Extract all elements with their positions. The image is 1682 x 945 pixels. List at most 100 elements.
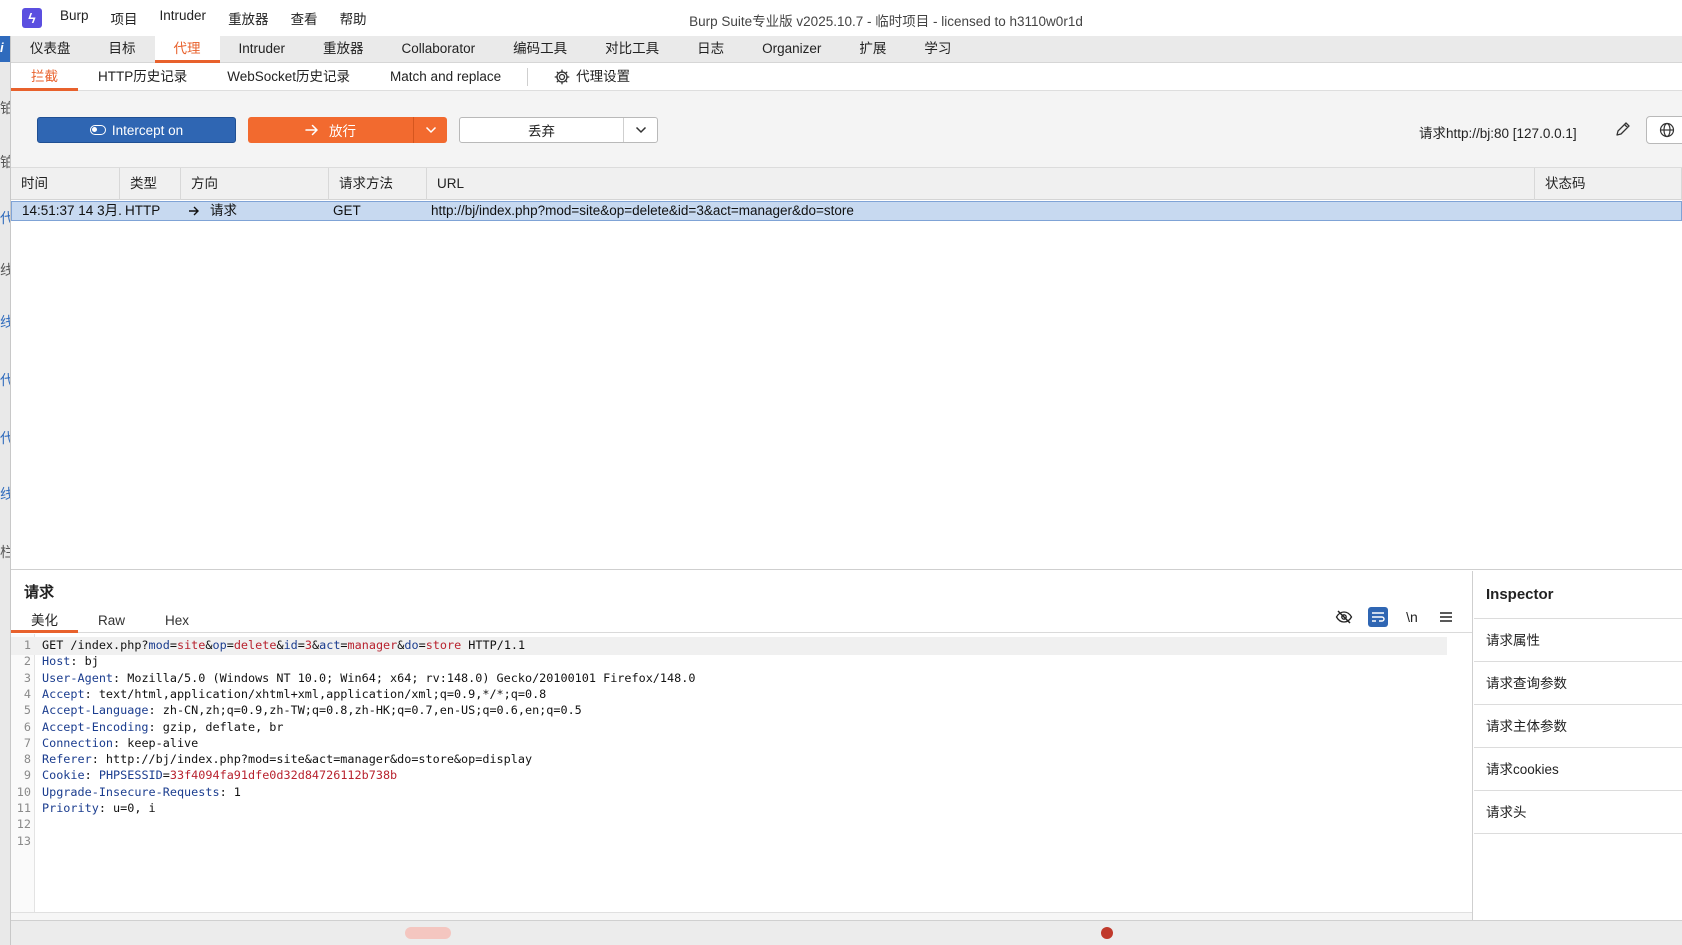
tab-hex[interactable]: Hex bbox=[145, 609, 209, 632]
word-wrap-icon[interactable] bbox=[1368, 607, 1388, 627]
inspector-body-params[interactable]: 请求主体参数 bbox=[1474, 705, 1682, 748]
line-number: 11 bbox=[16, 801, 31, 815]
editor-line-text: Accept-Language: zh-CN,zh;q=0.9,zh-TW;q=… bbox=[42, 703, 582, 718]
proxy-sub-tabs: 拦截 HTTP历史记录 WebSocket历史记录 Match and repl… bbox=[11, 63, 1682, 91]
line-number: 2 bbox=[23, 654, 31, 669]
intercept-queue-table: 时间 类型 方向 请求方法 URL 状态码 14:51:37 14 3月... … bbox=[11, 168, 1682, 570]
hide-eye-icon[interactable] bbox=[1334, 607, 1354, 627]
tab-organizer[interactable]: Organizer bbox=[743, 36, 840, 62]
chevron-down-icon bbox=[425, 126, 436, 134]
menu-project[interactable]: 项目 bbox=[111, 8, 138, 28]
line-number: 13 bbox=[16, 833, 31, 848]
editor-toolbar: \n bbox=[1334, 607, 1456, 627]
editor-line-text: Accept-Encoding: gzip, deflate, br bbox=[42, 719, 284, 734]
tab-learn[interactable]: 学习 bbox=[905, 36, 970, 62]
table-row[interactable]: 14:51:37 14 3月... HTTP 请求 GET http://bj/… bbox=[11, 201, 1682, 221]
background-glyph: 线 bbox=[0, 484, 10, 504]
menu-repeater[interactable]: 重放器 bbox=[228, 8, 269, 28]
cell-type: HTTP bbox=[125, 203, 161, 218]
tab-repeater[interactable]: 重放器 bbox=[304, 36, 383, 62]
line-number: 8 bbox=[23, 752, 31, 767]
tab-proxy[interactable]: 代理 bbox=[154, 36, 220, 63]
editor-line-text: Referer: http://bj/index.php?mod=site&ac… bbox=[42, 752, 533, 767]
editor-line: 10 Upgrade-Insecure-Requests: 1 bbox=[11, 784, 1447, 802]
tab-decoder[interactable]: 编码工具 bbox=[494, 36, 586, 62]
line-number: 5 bbox=[23, 703, 31, 718]
tab-dashboard[interactable]: 仪表盘 bbox=[11, 36, 90, 62]
chevron-down-icon bbox=[635, 126, 646, 134]
tab-intruder[interactable]: Intruder bbox=[220, 36, 305, 62]
tab-collaborator[interactable]: Collaborator bbox=[383, 36, 495, 62]
toggle-icon bbox=[89, 125, 106, 135]
editor-line: 4 Accept: text/html,application/xhtml+xml… bbox=[11, 686, 1447, 704]
inspector-request-attributes[interactable]: 请求属性 bbox=[1474, 619, 1682, 662]
editor-line: 5 Accept-Language: zh-CN,zh;q=0.9,zh-TW;q… bbox=[11, 702, 1447, 720]
request-target-info: 请求http://bj:80 [127.0.0.1] bbox=[1419, 126, 1577, 141]
tab-target[interactable]: 目标 bbox=[90, 36, 155, 62]
forward-options-dropdown[interactable] bbox=[414, 117, 447, 143]
line-number: 1 bbox=[23, 638, 31, 652]
editor-line: 1 GET /index.php?mod=site&op=delete&id=3&… bbox=[11, 637, 1447, 655]
editor-line: 2 Host: bj bbox=[11, 653, 1447, 671]
status-bar bbox=[11, 920, 1682, 945]
pencil-icon[interactable] bbox=[1614, 120, 1632, 138]
line-number: 6 bbox=[23, 719, 31, 734]
editor-line: 7 Connection: keep-alive bbox=[11, 735, 1447, 753]
drop-button[interactable]: 丢弃 bbox=[460, 118, 624, 142]
column-header-type[interactable]: 类型 bbox=[120, 168, 181, 200]
newline-toggle-icon[interactable]: \n bbox=[1402, 607, 1422, 627]
request-panel-title: 请求 bbox=[24, 584, 55, 601]
column-header-time[interactable]: 时间 bbox=[11, 168, 120, 200]
cell-direction: 请求 bbox=[182, 202, 322, 220]
forward-button[interactable]: 放行 bbox=[248, 117, 414, 143]
subtab-proxy-settings[interactable]: 代理设置 bbox=[534, 63, 650, 90]
tab-logger[interactable]: 日志 bbox=[678, 36, 743, 62]
subtab-intercept[interactable]: 拦截 bbox=[11, 63, 78, 91]
editor-line: 11 Priority: u=0, i bbox=[11, 800, 1447, 818]
tab-raw[interactable]: Raw bbox=[78, 609, 145, 632]
cell-direction-label: 请求 bbox=[210, 203, 237, 218]
tab-extensions[interactable]: 扩展 bbox=[840, 36, 905, 62]
editor-line: 8 Referer: http://bj/index.php?mod=site&a… bbox=[11, 751, 1447, 769]
request-search-bar bbox=[11, 912, 1472, 920]
cell-url: http://bj/index.php?mod=site&op=delete&i… bbox=[431, 203, 854, 218]
menu-burp[interactable]: Burp bbox=[60, 8, 89, 28]
intercept-toolbar: Intercept on 放行 丢弃 请求http://bj:80 [127.0… bbox=[11, 91, 1682, 168]
taskbar-item bbox=[405, 927, 451, 939]
intercept-toggle-button[interactable]: Intercept on bbox=[37, 117, 236, 143]
editor-line-text: GET /index.php?mod=site&op=delete&id=3&a… bbox=[42, 638, 526, 652]
background-glyph: 代 bbox=[0, 208, 10, 228]
background-glyph: 铂 bbox=[0, 152, 10, 172]
column-header-url[interactable]: URL bbox=[427, 168, 1535, 200]
open-browser-button[interactable] bbox=[1646, 116, 1682, 144]
column-header-direction[interactable]: 方向 bbox=[181, 168, 329, 200]
taskbar-item bbox=[1101, 927, 1113, 939]
background-glyph: 铂 bbox=[0, 98, 10, 118]
menu-intruder[interactable]: Intruder bbox=[160, 8, 207, 28]
inspector-headers[interactable]: 请求头 bbox=[1474, 791, 1682, 834]
subtab-match-replace[interactable]: Match and replace bbox=[370, 63, 521, 90]
subtab-websocket-history[interactable]: WebSocket历史记录 bbox=[207, 63, 370, 90]
subtab-http-history[interactable]: HTTP历史记录 bbox=[78, 63, 207, 90]
menu-help[interactable]: 帮助 bbox=[340, 8, 367, 28]
background-window-edge: i 铂 铂 代 线 线 代 代 线 栏 bbox=[0, 0, 11, 945]
column-header-method[interactable]: 请求方法 bbox=[329, 168, 427, 200]
inspector-query-params[interactable]: 请求查询参数 bbox=[1474, 662, 1682, 705]
editor-line-text: Host: bj bbox=[42, 654, 99, 669]
request-editor[interactable]: 1 GET /index.php?mod=site&op=delete&id=3&… bbox=[11, 634, 1472, 912]
line-number: 10 bbox=[16, 784, 31, 799]
inspector-cookies[interactable]: 请求cookies bbox=[1474, 748, 1682, 791]
tab-pretty[interactable]: 美化 bbox=[11, 609, 78, 633]
menu-view[interactable]: 查看 bbox=[291, 8, 318, 28]
line-number: 3 bbox=[23, 670, 31, 685]
column-header-status[interactable]: 状态码 bbox=[1535, 168, 1682, 200]
request-view-tabs: 美化 Raw Hex bbox=[11, 609, 1472, 633]
hamburger-menu-icon[interactable] bbox=[1436, 607, 1456, 627]
cell-method: GET bbox=[333, 203, 361, 218]
proxy-settings-label: 代理设置 bbox=[576, 69, 631, 84]
line-number: 7 bbox=[23, 735, 31, 750]
drop-options-dropdown[interactable] bbox=[624, 118, 657, 142]
burp-logo-icon: ϟ bbox=[22, 8, 42, 28]
tab-comparer[interactable]: 对比工具 bbox=[586, 36, 678, 62]
editor-line: 6 Accept-Encoding: gzip, deflate, br bbox=[11, 719, 1447, 737]
